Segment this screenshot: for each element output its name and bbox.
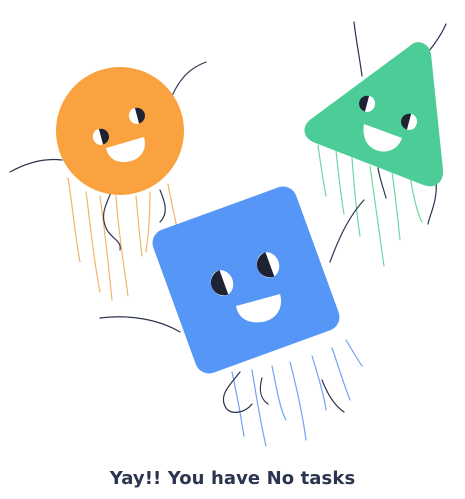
empty-state: Yay!! You have No tasks [0,0,465,499]
empty-state-message: Yay!! You have No tasks [109,468,356,489]
triangle-character [304,21,447,267]
empty-state-illustration [9,21,447,447]
square-character [99,186,365,447]
